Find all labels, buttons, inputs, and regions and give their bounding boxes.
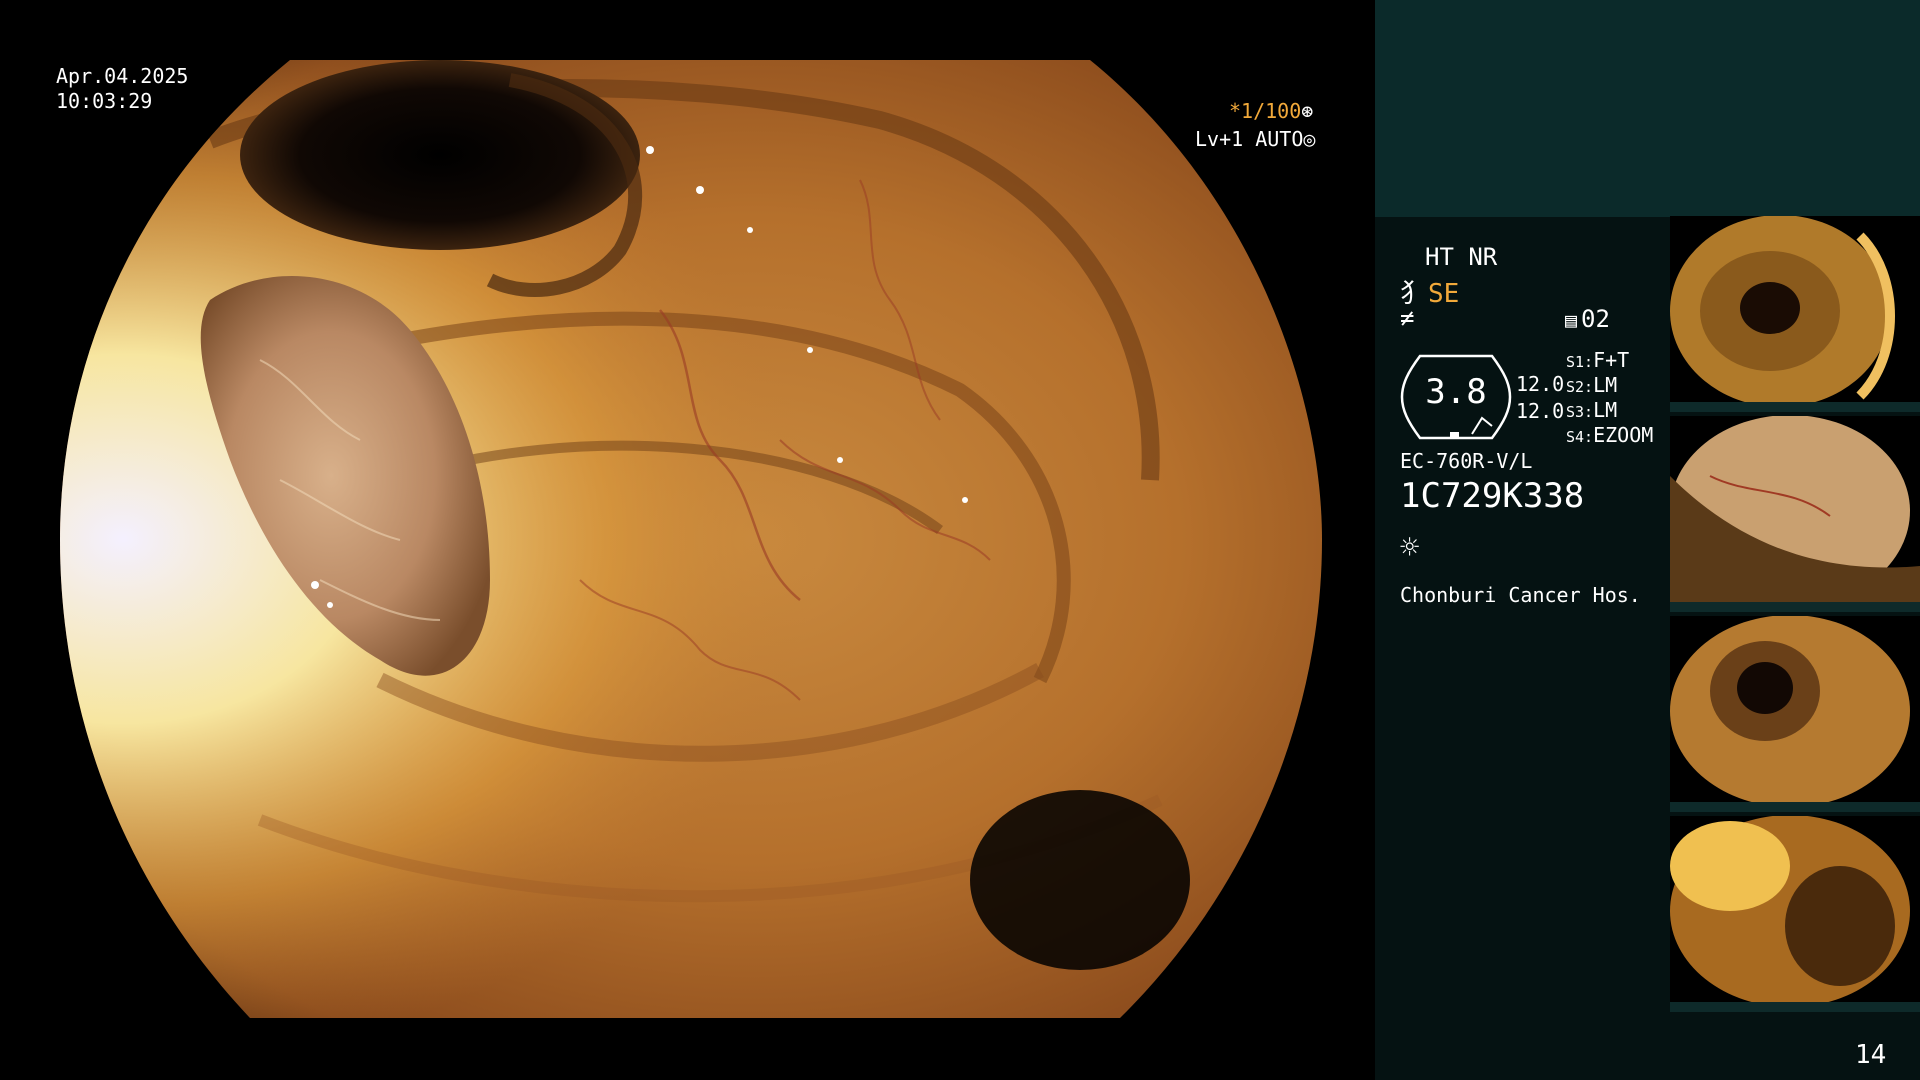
endoscopy-view xyxy=(60,60,1322,1018)
level-readout: Lv+1 AUTO◎ xyxy=(1195,127,1315,152)
endoscopy-screen: Apr.04.2025 10:03:29 *1/100⊛ Lv+1 AUTO◎ … xyxy=(0,0,1920,1080)
lamp-icon: ☼ xyxy=(1400,528,1420,566)
page-number: 14 xyxy=(1855,1040,1887,1070)
thumbnail-image xyxy=(1670,816,1920,1012)
iris-icon: ◎ xyxy=(1303,127,1316,151)
shutter-value: *1/100 xyxy=(1229,99,1302,123)
capture-thumbnail-3[interactable] xyxy=(1670,616,1920,812)
color-mode-icon: ≠ xyxy=(1400,304,1415,332)
brightness-value: 3.8 xyxy=(1425,372,1487,412)
thumbnail-image xyxy=(1670,216,1920,412)
shutter-readout: *1/100⊛ xyxy=(1229,99,1313,124)
switch-3: S3:LM xyxy=(1566,398,1618,422)
switch-2: S2:LM xyxy=(1566,373,1618,397)
thumbnail-image xyxy=(1670,616,1920,812)
capture-thumbnail-1[interactable] xyxy=(1670,216,1920,412)
se-label: SE xyxy=(1428,279,1460,309)
level-value: Lv+1 AUTO xyxy=(1195,127,1304,151)
switch-1: S1:F+T xyxy=(1566,348,1630,372)
ht-nr-label: HT NR xyxy=(1425,243,1498,271)
hospital-name: Chonburi Cancer Hos. xyxy=(1400,583,1641,607)
memory-icon: ▤ xyxy=(1565,308,1578,332)
aperture-icon: ⊛ xyxy=(1301,99,1314,123)
capture-thumbnail-2[interactable] xyxy=(1670,416,1920,612)
exam-date: Apr.04.2025 xyxy=(56,64,189,88)
setting-value-b: 12.0 xyxy=(1516,399,1565,423)
thumbnail-image xyxy=(1670,416,1920,612)
scope-model: EC-760R-V/L xyxy=(1400,449,1533,473)
capture-thumbnail-4[interactable] xyxy=(1670,816,1920,1012)
setting-value-a: 12.0 xyxy=(1516,372,1565,396)
scope-serial: 1C729K338 xyxy=(1400,476,1585,516)
side-panel-top xyxy=(1375,0,1920,217)
colon-lumen-image xyxy=(60,60,1322,1018)
memory-label: 02 xyxy=(1581,305,1610,333)
switch-4: S4:EZOOM xyxy=(1566,423,1654,447)
exam-time: 10:03:29 xyxy=(56,89,153,113)
memory-slot: ▤ 02 xyxy=(1565,305,1610,333)
